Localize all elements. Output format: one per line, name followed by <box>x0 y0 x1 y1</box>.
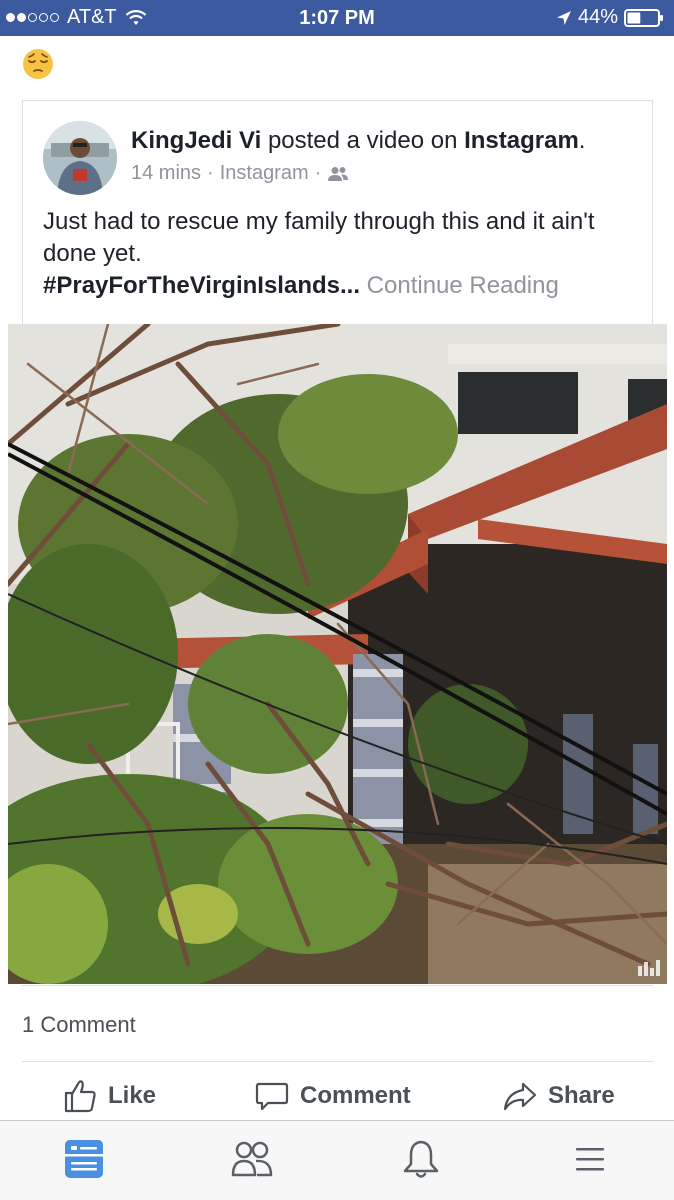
author-name[interactable]: KingJedi Vi <box>131 127 261 154</box>
bottom-tab-bar <box>0 1120 674 1200</box>
thumbs-up-icon <box>64 1080 96 1113</box>
news-feed-icon <box>65 1140 103 1178</box>
comment-bubble-icon <box>255 1082 289 1111</box>
card-bottom-border <box>22 985 653 986</box>
comment-count[interactable]: 1 Comment <box>22 1012 136 1038</box>
tab-friends[interactable] <box>228 1135 276 1183</box>
pensive-face-emoji: 😔 <box>23 49 53 79</box>
video-frame <box>8 324 667 984</box>
meta-separator-2: · <box>314 162 322 184</box>
battery-percent: 44% <box>577 6 618 28</box>
status-bar: AT&T 1:07 PM 44% <box>0 0 674 36</box>
battery-icon <box>624 8 663 27</box>
tab-notifications[interactable] <box>397 1135 445 1183</box>
post-timestamp[interactable]: 14 mins <box>131 162 201 185</box>
like-button[interactable]: Like <box>62 1078 156 1114</box>
tab-news-feed[interactable] <box>60 1135 108 1183</box>
comment-label: Comment <box>300 1082 411 1109</box>
comment-button[interactable]: Comment <box>254 1078 411 1114</box>
headline-period: . <box>578 127 586 154</box>
notifications-bell-icon <box>403 1140 439 1178</box>
share-button[interactable]: Share <box>502 1078 615 1114</box>
status-right: 44% <box>556 6 664 29</box>
post-headline: KingJedi Vi posted a video on Instagram. <box>131 127 585 155</box>
post-video[interactable] <box>8 324 667 984</box>
friends-icon <box>231 1141 273 1177</box>
hashtag-link[interactable]: #PrayForTheVirginIslands... <box>43 272 360 299</box>
actions-divider <box>22 1061 653 1062</box>
share-label: Share <box>548 1082 615 1109</box>
friends-audience-icon[interactable] <box>327 166 349 182</box>
platform-name[interactable]: Instagram <box>464 127 579 154</box>
shared-post-card[interactable]: KingJedi Vi posted a video on Instagram.… <box>22 100 653 324</box>
location-arrow-icon <box>556 10 571 25</box>
meta-separator: · <box>207 162 214 184</box>
post-action: posted a video on <box>267 127 458 154</box>
tab-menu[interactable] <box>566 1135 614 1183</box>
author-avatar[interactable] <box>43 121 117 195</box>
continue-reading-link[interactable]: Continue Reading <box>367 272 559 299</box>
like-label: Like <box>108 1082 157 1109</box>
post-text: Just had to rescue my family through thi… <box>43 208 595 267</box>
post-actions: Like Comment Share <box>0 1078 674 1120</box>
share-arrow-icon <box>503 1082 537 1111</box>
post-source: Instagram <box>219 162 309 184</box>
post-meta: 14 mins · Instagram · <box>131 162 349 185</box>
post-body: Just had to rescue my family through thi… <box>43 206 633 302</box>
menu-icon <box>576 1148 604 1171</box>
